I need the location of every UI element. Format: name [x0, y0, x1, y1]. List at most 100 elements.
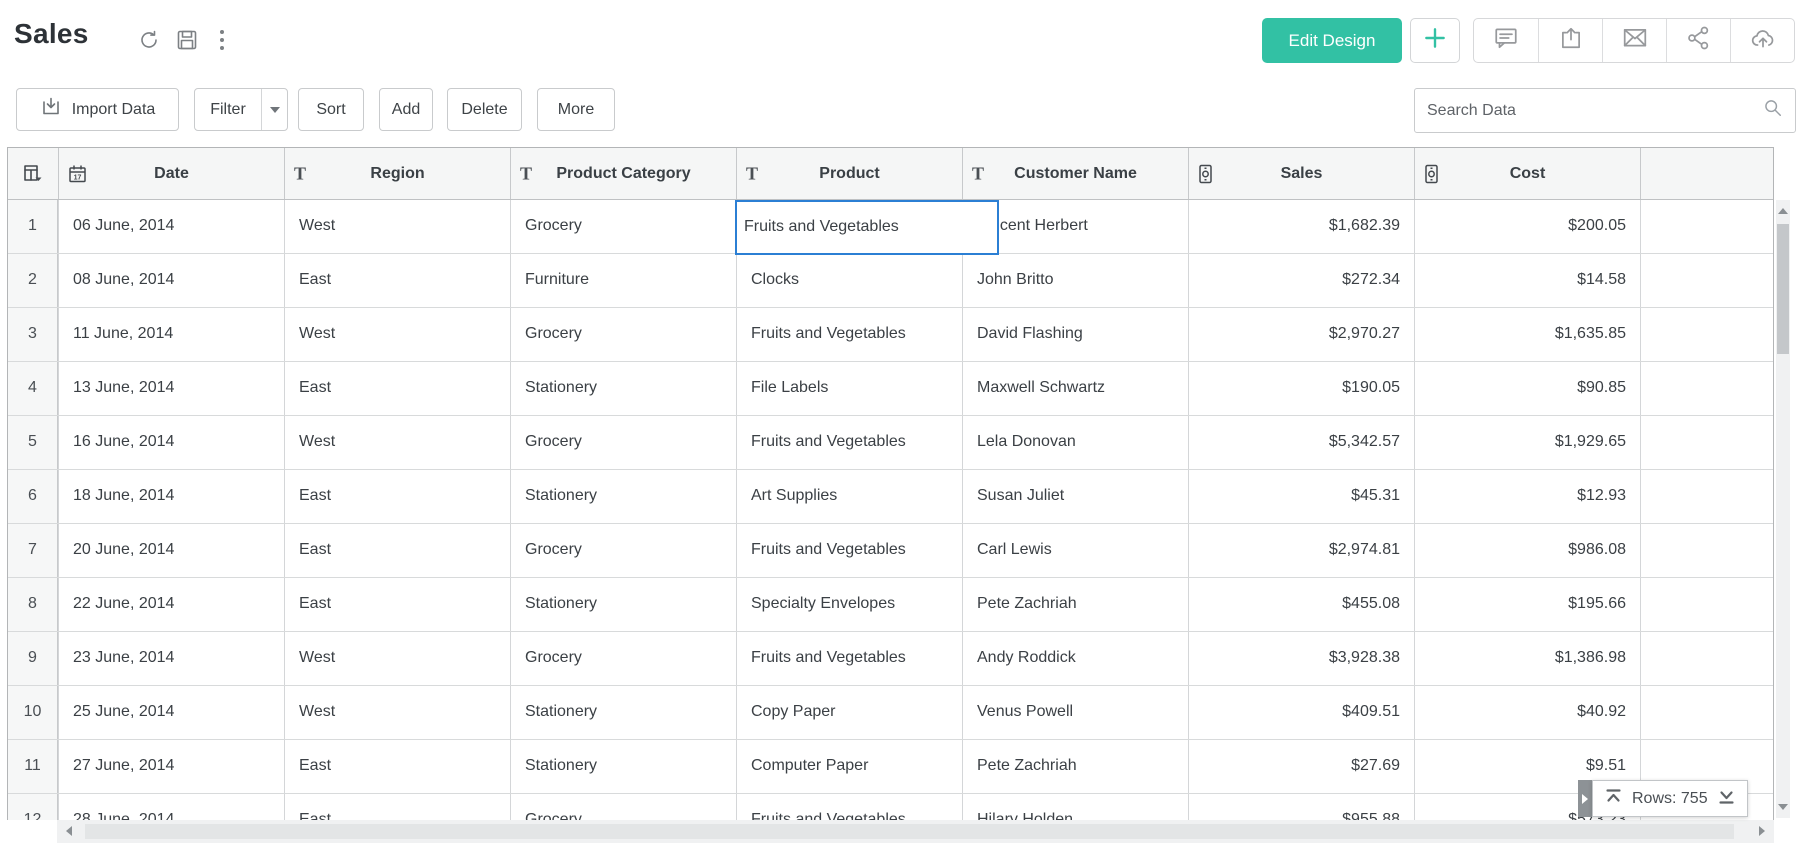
- cell-product[interactable]: Clocks: [736, 254, 962, 307]
- cell-region[interactable]: East: [284, 254, 510, 307]
- column-header-cost[interactable]: Cost: [1414, 148, 1640, 199]
- export-button[interactable]: [1538, 19, 1602, 62]
- cell-region[interactable]: West: [284, 686, 510, 739]
- filter-button[interactable]: Filter: [194, 88, 288, 131]
- go-to-top-icon[interactable]: [1605, 788, 1622, 810]
- cell-cost[interactable]: $200.05: [1414, 200, 1640, 253]
- horizontal-scrollbar-thumb[interactable]: [85, 824, 1734, 839]
- cell-customer[interactable]: Venus Powell: [962, 686, 1188, 739]
- column-header-num[interactable]: [8, 148, 58, 199]
- cell-customer[interactable]: Maxwell Schwartz: [962, 362, 1188, 415]
- filter-label[interactable]: Filter: [195, 89, 261, 130]
- cell-category[interactable]: Grocery: [510, 416, 736, 469]
- comment-button[interactable]: [1474, 19, 1538, 62]
- column-header-sales[interactable]: Sales: [1188, 148, 1414, 199]
- vertical-scrollbar-thumb[interactable]: [1777, 224, 1789, 354]
- cell-sales[interactable]: $27.69: [1188, 740, 1414, 793]
- horizontal-scrollbar[interactable]: [57, 820, 1774, 843]
- add-new-button[interactable]: [1410, 18, 1460, 63]
- cell-date[interactable]: 23 June, 2014: [58, 632, 284, 685]
- scroll-up-icon[interactable]: [1778, 208, 1788, 214]
- cell-region[interactable]: East: [284, 470, 510, 523]
- cell-cost[interactable]: $1,929.65: [1414, 416, 1640, 469]
- go-to-bottom-icon[interactable]: [1718, 788, 1735, 810]
- cell-sales[interactable]: $3,928.38: [1188, 632, 1414, 685]
- vertical-scrollbar[interactable]: [1776, 200, 1790, 818]
- cell-region[interactable]: East: [284, 794, 510, 820]
- cell-region[interactable]: West: [284, 200, 510, 253]
- cell-product[interactable]: File Labels: [736, 362, 962, 415]
- cell-region[interactable]: East: [284, 362, 510, 415]
- scroll-right-icon[interactable]: [1759, 826, 1765, 836]
- cell-date[interactable]: 28 June, 2014: [58, 794, 284, 820]
- cell-region[interactable]: East: [284, 524, 510, 577]
- cell-category[interactable]: Stationery: [510, 686, 736, 739]
- refresh-icon[interactable]: [137, 28, 161, 52]
- column-header-region[interactable]: TRegion: [284, 148, 510, 199]
- cell-category[interactable]: Stationery: [510, 740, 736, 793]
- scroll-left-icon[interactable]: [66, 826, 72, 836]
- cell-date[interactable]: 22 June, 2014: [58, 578, 284, 631]
- cell-product[interactable]: Art Supplies: [736, 470, 962, 523]
- cell-cost[interactable]: $195.66: [1414, 578, 1640, 631]
- cell-sales[interactable]: $1,682.39: [1188, 200, 1414, 253]
- column-header-customer[interactable]: TCustomer Name: [962, 148, 1188, 199]
- cell-customer[interactable]: Susan Juliet: [962, 470, 1188, 523]
- cell-sales[interactable]: $409.51: [1188, 686, 1414, 739]
- cell-cost[interactable]: $40.92: [1414, 686, 1640, 739]
- cell-date[interactable]: 06 June, 2014: [58, 200, 284, 253]
- cell-customer[interactable]: Carl Lewis: [962, 524, 1188, 577]
- cell-cost[interactable]: $1,635.85: [1414, 308, 1640, 361]
- grid-select-all-icon[interactable]: [23, 164, 43, 184]
- cell-category[interactable]: Furniture: [510, 254, 736, 307]
- more-button[interactable]: More: [537, 88, 615, 131]
- cell-region[interactable]: West: [284, 416, 510, 469]
- cell-cost[interactable]: $90.85: [1414, 362, 1640, 415]
- cell-sales[interactable]: $455.08: [1188, 578, 1414, 631]
- cell-customer[interactable]: Pete Zachriah: [962, 740, 1188, 793]
- cell-category[interactable]: Grocery: [510, 308, 736, 361]
- email-button[interactable]: [1602, 19, 1666, 62]
- cell-date[interactable]: 27 June, 2014: [58, 740, 284, 793]
- selected-cell[interactable]: Fruits and Vegetables: [735, 200, 999, 255]
- cell-category[interactable]: Grocery: [510, 200, 736, 253]
- filter-dropdown-button[interactable]: [261, 89, 287, 130]
- cell-date[interactable]: 20 June, 2014: [58, 524, 284, 577]
- cell-sales[interactable]: $5,342.57: [1188, 416, 1414, 469]
- cell-sales[interactable]: $955.88: [1188, 794, 1414, 820]
- search-input[interactable]: [1415, 102, 1763, 120]
- cell-sales[interactable]: $190.05: [1188, 362, 1414, 415]
- cell-date[interactable]: 11 June, 2014: [58, 308, 284, 361]
- cell-product[interactable]: Copy Paper: [736, 686, 962, 739]
- cell-category[interactable]: Stationery: [510, 362, 736, 415]
- cell-category[interactable]: Stationery: [510, 578, 736, 631]
- cell-date[interactable]: 25 June, 2014: [58, 686, 284, 739]
- cell-category[interactable]: Grocery: [510, 524, 736, 577]
- column-header-date[interactable]: 17Date: [58, 148, 284, 199]
- cell-sales[interactable]: $45.31: [1188, 470, 1414, 523]
- cell-product[interactable]: Computer Paper: [736, 740, 962, 793]
- column-header-category[interactable]: TProduct Category: [510, 148, 736, 199]
- add-button[interactable]: Add: [379, 88, 433, 131]
- cell-sales[interactable]: $2,970.27: [1188, 308, 1414, 361]
- cell-date[interactable]: 08 June, 2014: [58, 254, 284, 307]
- cell-category[interactable]: Stationery: [510, 470, 736, 523]
- publish-button[interactable]: [1730, 19, 1794, 62]
- share-button[interactable]: [1666, 19, 1730, 62]
- cell-region[interactable]: East: [284, 740, 510, 793]
- cell-customer[interactable]: David Flashing: [962, 308, 1188, 361]
- cell-date[interactable]: 18 June, 2014: [58, 470, 284, 523]
- edit-design-button[interactable]: Edit Design: [1262, 18, 1402, 63]
- cell-product[interactable]: Fruits and Vegetables: [736, 632, 962, 685]
- rows-badge-collapse-button[interactable]: [1578, 780, 1592, 817]
- cell-customer[interactable]: Andy Roddick: [962, 632, 1188, 685]
- cell-sales[interactable]: $2,974.81: [1188, 524, 1414, 577]
- cell-customer[interactable]: Hilary Holden: [962, 794, 1188, 820]
- column-header-product[interactable]: TProduct: [736, 148, 962, 199]
- cell-cost[interactable]: $1,386.98: [1414, 632, 1640, 685]
- cell-category[interactable]: Grocery: [510, 794, 736, 820]
- cell-cost[interactable]: $14.58: [1414, 254, 1640, 307]
- kebab-menu-icon[interactable]: [215, 28, 229, 52]
- cell-region[interactable]: East: [284, 578, 510, 631]
- import-data-button[interactable]: Import Data: [16, 88, 179, 131]
